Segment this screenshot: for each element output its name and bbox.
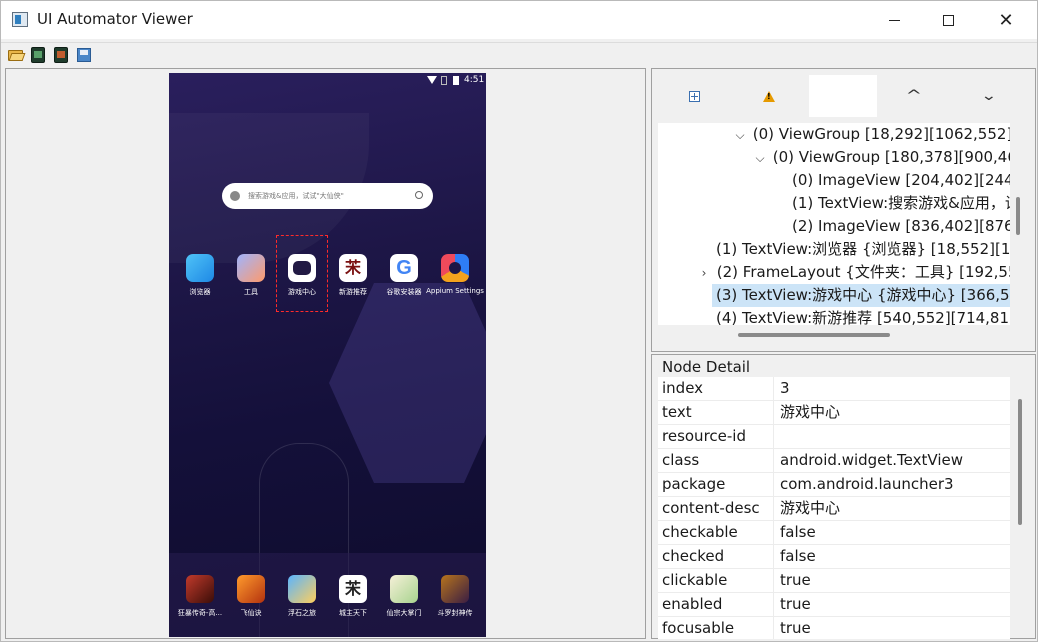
- window-title: UI Automator Viewer: [37, 10, 193, 28]
- app-icon: [12, 12, 28, 27]
- device-screenshot-compressed-icon[interactable]: [54, 47, 68, 63]
- tree-node[interactable]: ⌵ (0) ViewGroup [18,292][1062,552]: [732, 123, 1010, 146]
- minimize-icon: [888, 19, 900, 21]
- tree-node[interactable]: (1) TextView:搜索游戏&应用，试: [792, 192, 1010, 215]
- maximize-button[interactable]: [925, 1, 971, 39]
- tree-node[interactable]: (1) TextView:浏览器 {浏览器} [18,552][192: [716, 238, 1010, 261]
- detail-row[interactable]: content-desc 游戏中心: [658, 497, 1010, 521]
- save-icon[interactable]: [77, 48, 91, 62]
- tools-folder-icon: [237, 254, 265, 282]
- toggle-nafs-button[interactable]: !: [735, 75, 803, 117]
- detail-row[interactable]: enabled true: [658, 593, 1010, 617]
- game-icon: [186, 575, 214, 603]
- minimize-button[interactable]: [871, 1, 917, 39]
- app-window: UI Automator Viewer ✕ 4:51 搜索游戏&应用，试试"大仙…: [0, 0, 1038, 642]
- close-icon: ✕: [998, 9, 1014, 31]
- detail-row[interactable]: class android.widget.TextView: [658, 449, 1010, 473]
- game-icon: [441, 575, 469, 603]
- battery-icon: [453, 76, 459, 85]
- maximize-icon: [942, 14, 954, 26]
- tree-vertical-scrollbar[interactable]: [1016, 197, 1020, 235]
- wifi-icon: [427, 76, 437, 84]
- expand-icon[interactable]: ›: [696, 262, 712, 285]
- hierarchy-panel: ! ^ ⌄ ⌵ (0) ViewGroup [18,292][1062,552]…: [651, 68, 1036, 352]
- node-detail-title: Node Detail: [662, 358, 751, 376]
- device-status-bar: 4:51: [169, 73, 486, 89]
- selected-node-highlight: [276, 235, 328, 312]
- google-installer-icon: G: [390, 254, 418, 282]
- device-screenshot[interactable]: 4:51 搜索游戏&应用，试试"大仙侠" 浏览器 工具 游戏中心 㭉 新游推荐 …: [169, 73, 486, 637]
- game-icon: 㭉: [339, 575, 367, 603]
- search-bar[interactable]: 搜索游戏&应用，试试"大仙侠": [222, 183, 433, 209]
- tree-node[interactable]: (0) ImageView [204,402][244,442]: [792, 169, 1010, 192]
- detail-row[interactable]: checked false: [658, 545, 1010, 569]
- next-node-button[interactable]: ⌄: [955, 75, 1023, 117]
- chevron-up-icon: ^: [905, 88, 923, 104]
- search-icon: [415, 191, 423, 199]
- device-dock: 狂暴传奇-高... 飞仙诀 浮石之旅 㭉 城主天下 仙宗大掌门 斗罗封神传: [169, 553, 486, 637]
- detail-row[interactable]: focusable true: [658, 617, 1010, 639]
- tree-node[interactable]: ⌵ (0) ViewGroup [180,378][900,466]: [752, 146, 1010, 169]
- game-icon: [288, 575, 316, 603]
- detail-row[interactable]: index 3: [658, 377, 1010, 401]
- detail-row[interactable]: resource-id: [658, 425, 1010, 449]
- previous-node-button[interactable]: ^: [880, 75, 948, 117]
- tree-node[interactable]: › (2) FrameLayout {文件夹：工具} [192,552]: [696, 261, 1010, 284]
- tree-node[interactable]: (4) TextView:新游推荐 [540,552][714,812]: [716, 307, 1010, 325]
- status-time: 4:51: [464, 75, 485, 85]
- appium-settings-icon: [441, 254, 469, 282]
- collapse-icon[interactable]: ⌵: [732, 124, 748, 147]
- warning-icon: !: [763, 90, 775, 102]
- sim-icon: [441, 76, 447, 85]
- hierarchy-tree[interactable]: ⌵ (0) ViewGroup [18,292][1062,552] ⌵ (0)…: [658, 123, 1010, 325]
- dock-app-6[interactable]: 斗罗封神传: [425, 575, 485, 618]
- search-logo-icon: [230, 191, 240, 201]
- open-folder-icon[interactable]: [8, 48, 26, 62]
- detail-row[interactable]: text 游戏中心: [658, 401, 1010, 425]
- expand-all-button[interactable]: [660, 75, 728, 117]
- node-detail-panel: Node Detail index 3 text 游戏中心 resource-id …: [651, 354, 1036, 639]
- node-detail-table[interactable]: index 3 text 游戏中心 resource-id class android…: [658, 377, 1010, 639]
- search-placeholder: 搜索游戏&应用，试试"大仙侠": [248, 192, 344, 200]
- blank-tool-button[interactable]: [809, 75, 877, 117]
- expand-all-icon: [688, 90, 700, 102]
- detail-vertical-scrollbar[interactable]: [1018, 399, 1022, 525]
- tree-node-selected[interactable]: (3) TextView:游戏中心 {游戏中心} [366,552: [712, 284, 1010, 307]
- detail-row[interactable]: checkable false: [658, 521, 1010, 545]
- detail-row[interactable]: clickable true: [658, 569, 1010, 593]
- browser-icon: [186, 254, 214, 282]
- game-icon: [237, 575, 265, 603]
- device-screenshot-icon[interactable]: [31, 47, 45, 63]
- collapse-icon[interactable]: ⌵: [752, 147, 768, 170]
- screenshot-panel: 4:51 搜索游戏&应用，试试"大仙侠" 浏览器 工具 游戏中心 㭉 新游推荐 …: [5, 68, 646, 639]
- game-icon: [390, 575, 418, 603]
- close-button[interactable]: ✕: [983, 1, 1029, 39]
- detail-row[interactable]: package com.android.launcher3: [658, 473, 1010, 497]
- new-games-icon: 㭉: [339, 254, 367, 282]
- toolbar: [1, 42, 1037, 66]
- tree-horizontal-scrollbar[interactable]: [738, 333, 890, 337]
- tree-node[interactable]: (2) ImageView [836,402][876,442]: [792, 215, 1010, 238]
- title-bar: UI Automator Viewer ✕: [1, 1, 1037, 39]
- app-appium-settings[interactable]: Appium Settings: [425, 254, 485, 295]
- chevron-down-icon: ⌄: [980, 88, 998, 104]
